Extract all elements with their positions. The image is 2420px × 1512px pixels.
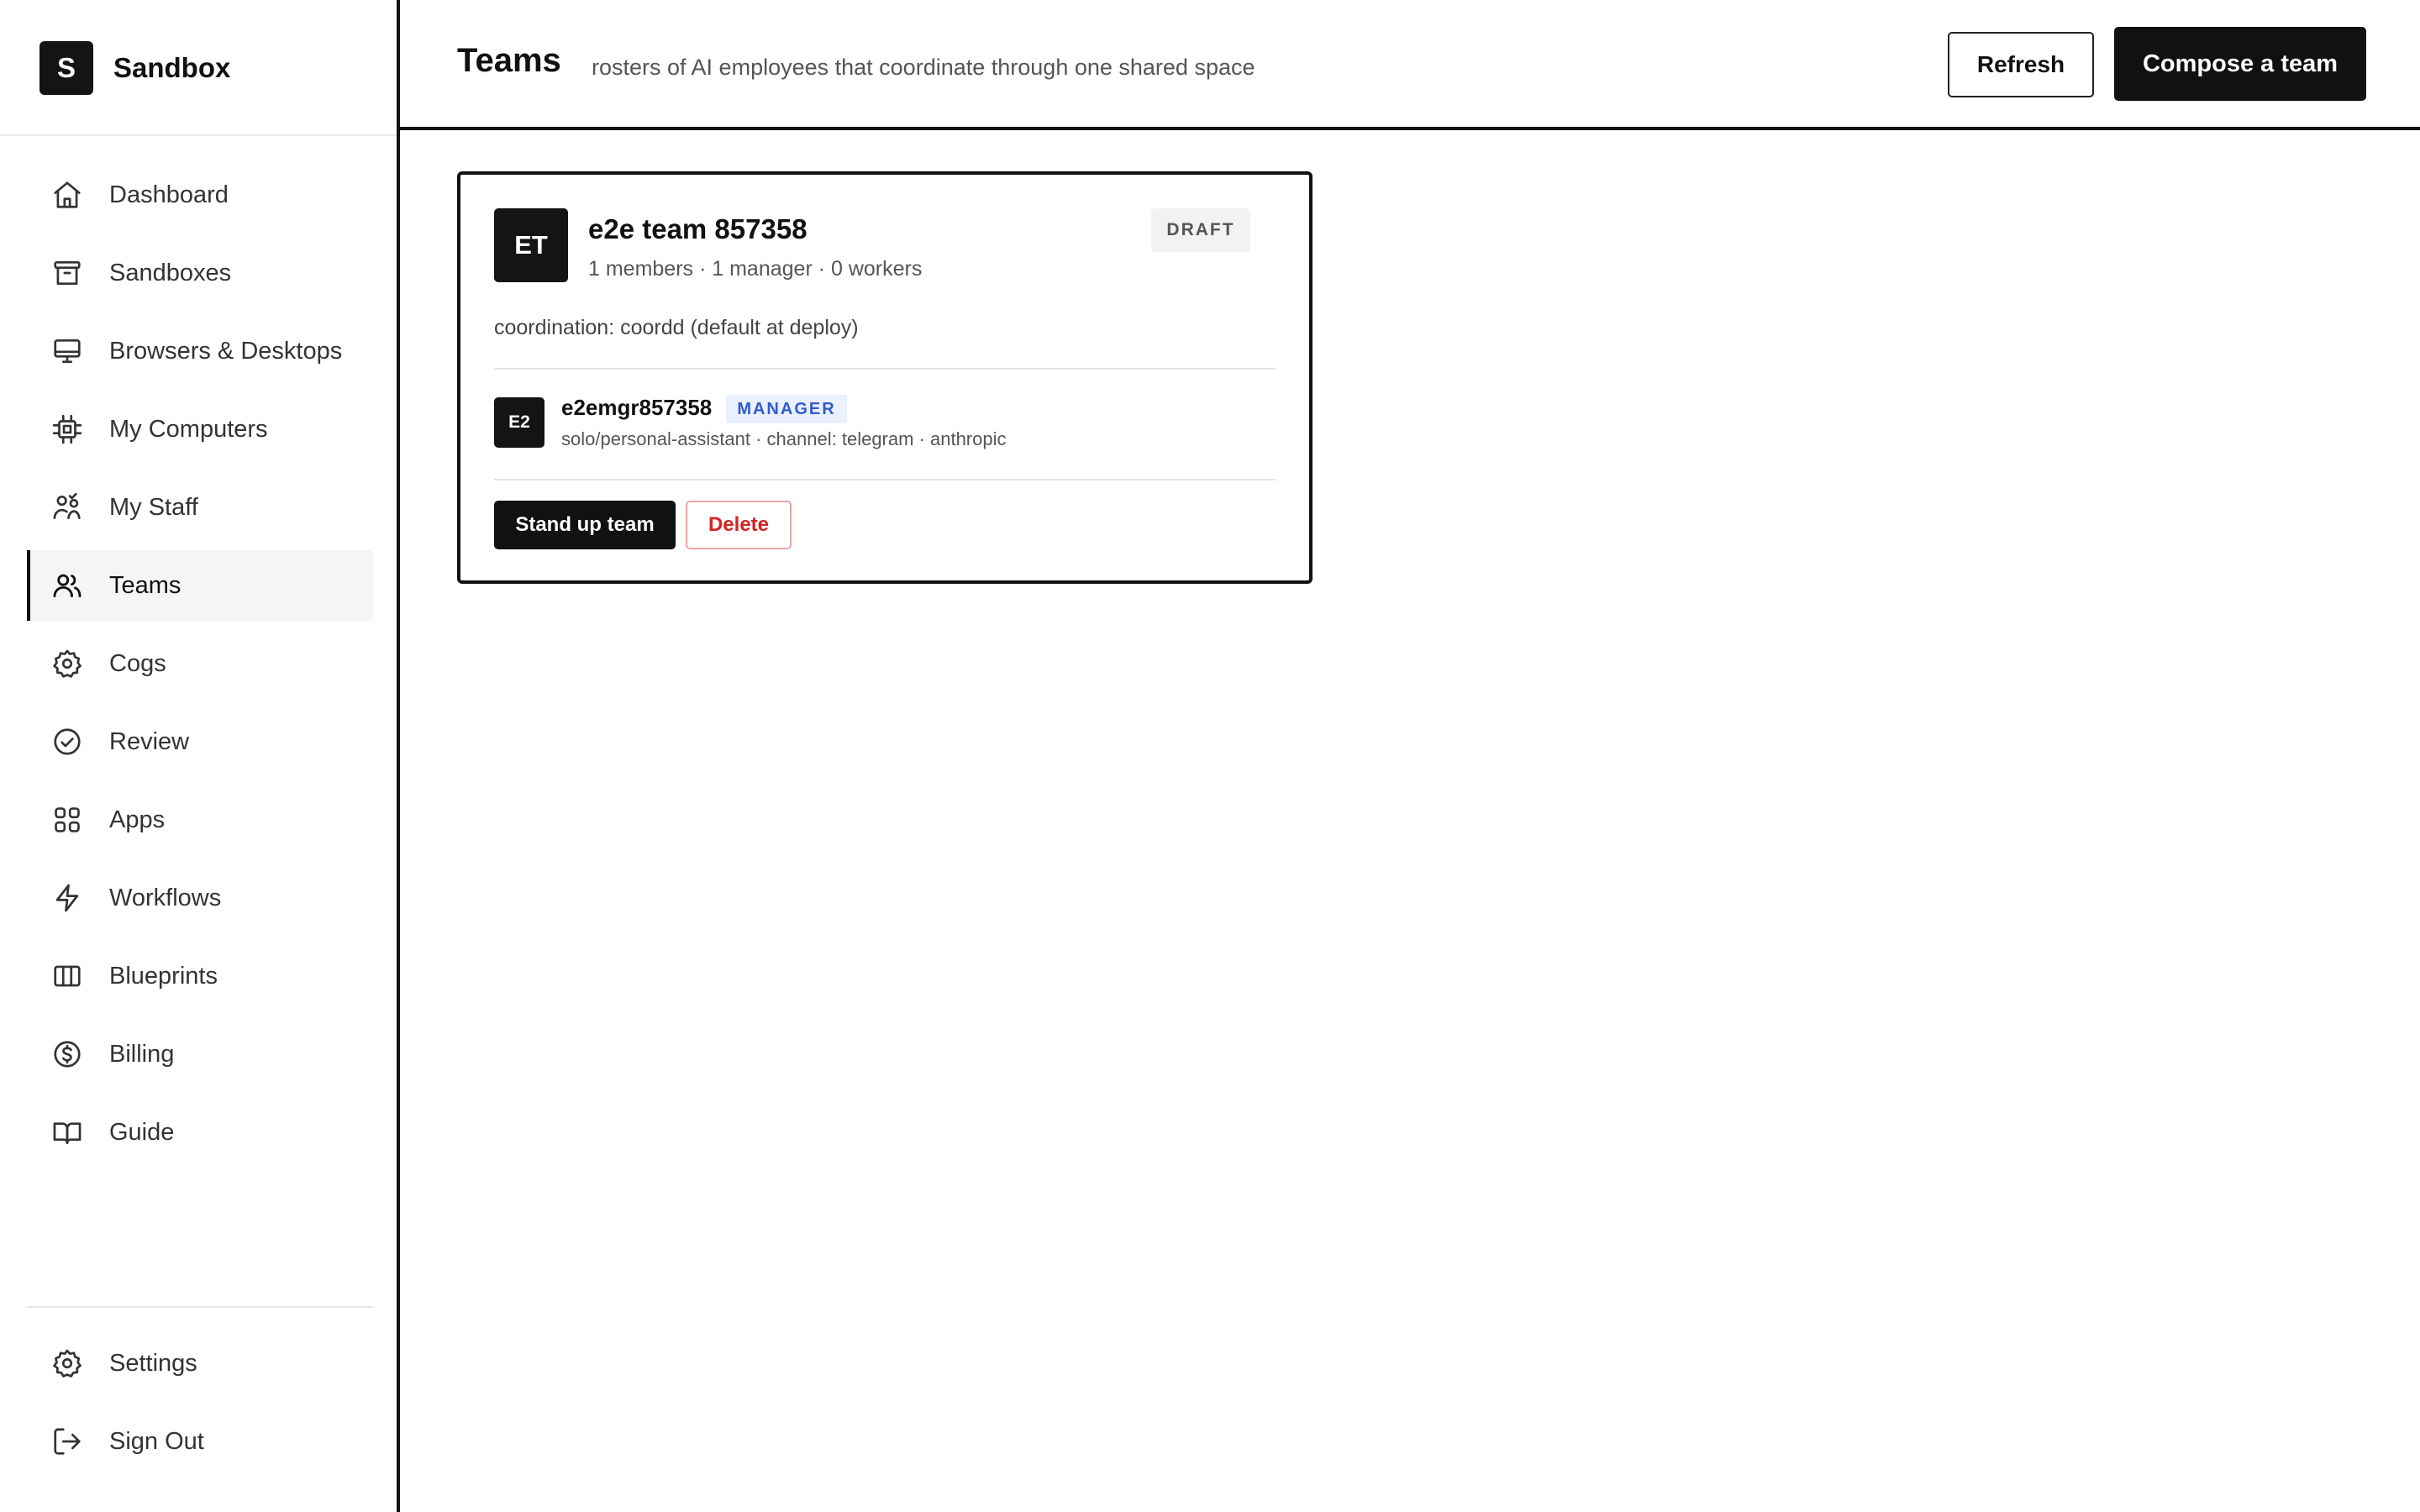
team-meta: 1 members · 1 manager · 0 workers (588, 257, 923, 281)
sidebar-nav: Dashboard Sandboxes Browsers & Desktops … (27, 160, 373, 1175)
sidebar-item-label: Teams (109, 571, 182, 599)
sign-out-icon (50, 1425, 84, 1458)
sidebar-item-label: Blueprints (109, 962, 218, 990)
sidebar-item-guide[interactable]: Guide (27, 1097, 373, 1168)
sidebar-bottom-nav: Settings Sign Out (27, 1328, 373, 1484)
stand-up-team-button[interactable]: Stand up team (494, 501, 676, 549)
member-name: e2emgr857358 (561, 395, 713, 420)
main-content: Teams rosters of AI employees that coord… (400, 0, 2420, 1512)
sidebar-item-workflows[interactable]: Workflows (27, 863, 373, 933)
sidebar-item-label: Guide (109, 1118, 175, 1146)
sidebar-item-blueprints[interactable]: Blueprints (27, 941, 373, 1011)
users-icon (50, 569, 84, 602)
status-badge: DRAFT (1151, 208, 1250, 252)
sidebar-item-my-computers[interactable]: My Computers (27, 394, 373, 465)
brand-logo: S (39, 41, 93, 95)
apps-grid-icon (50, 803, 84, 837)
home-icon (50, 178, 84, 212)
sidebar-item-label: Workflows (109, 884, 222, 911)
sidebar-item-label: My Staff (109, 493, 198, 521)
sidebar-item-billing[interactable]: Billing (27, 1019, 373, 1089)
sidebar-item-browsers-desktops[interactable]: Browsers & Desktops (27, 316, 373, 386)
sidebar-item-label: Sign Out (109, 1427, 204, 1455)
brand[interactable]: S Sandbox (39, 41, 230, 95)
sidebar-divider (0, 134, 397, 136)
sidebar-item-label: Browsers & Desktops (109, 337, 343, 365)
settings-gear-icon (50, 1347, 84, 1380)
sidebar-item-dashboard[interactable]: Dashboard (27, 160, 373, 230)
sidebar-item-teams[interactable]: Teams (27, 550, 373, 621)
archive-icon (50, 256, 84, 290)
sidebar-divider (27, 1306, 373, 1308)
sidebar-item-label: Billing (109, 1040, 175, 1068)
columns-icon (50, 959, 84, 993)
card-divider (494, 479, 1276, 480)
sidebar: S Sandbox Dashboard Sandboxes Browsers &… (0, 0, 400, 1512)
refresh-button[interactable]: Refresh (1948, 32, 2094, 97)
lightning-icon (50, 881, 84, 915)
card-divider (494, 368, 1276, 370)
cpu-icon (50, 412, 84, 446)
sidebar-item-label: Settings (109, 1349, 197, 1377)
role-badge: MANAGER (726, 395, 847, 423)
cog-icon (50, 647, 84, 680)
check-circle-icon (50, 725, 84, 759)
compose-team-button[interactable]: Compose a team (2114, 27, 2366, 101)
team-coordination: coordination: coordd (default at deploy) (494, 316, 859, 339)
brand-name: Sandbox (113, 52, 231, 83)
sidebar-item-settings[interactable]: Settings (27, 1328, 373, 1399)
team-name: e2e team 857358 (588, 213, 808, 244)
sidebar-item-sign-out[interactable]: Sign Out (27, 1406, 373, 1477)
monitor-icon (50, 334, 84, 368)
page-title: Teams (457, 42, 561, 79)
sidebar-item-apps[interactable]: Apps (27, 785, 373, 855)
sidebar-item-label: Cogs (109, 649, 166, 677)
staff-icon (50, 491, 84, 524)
team-card: ET e2e team 857358 1 members · 1 manager… (457, 171, 1313, 584)
sidebar-item-label: Review (109, 727, 190, 755)
sidebar-item-review[interactable]: Review (27, 706, 373, 777)
sidebar-item-my-staff[interactable]: My Staff (27, 472, 373, 543)
page-subtitle: rosters of AI employees that coordinate … (592, 55, 1255, 80)
sidebar-item-label: Apps (109, 806, 166, 833)
dollar-circle-icon (50, 1037, 84, 1071)
sidebar-item-label: Sandboxes (109, 259, 232, 286)
member-avatar: E2 (494, 397, 544, 448)
sidebar-item-sandboxes[interactable]: Sandboxes (27, 238, 373, 308)
sidebar-item-cogs[interactable]: Cogs (27, 628, 373, 699)
member-details: solo/personal-assistant · channel: teleg… (561, 428, 1007, 449)
sidebar-item-label: My Computers (109, 415, 268, 443)
team-avatar: ET (494, 208, 568, 282)
page-header: Teams rosters of AI employees that coord… (400, 0, 2420, 130)
sidebar-item-label: Dashboard (109, 181, 229, 208)
delete-button[interactable]: Delete (686, 501, 792, 549)
book-icon (50, 1116, 84, 1149)
